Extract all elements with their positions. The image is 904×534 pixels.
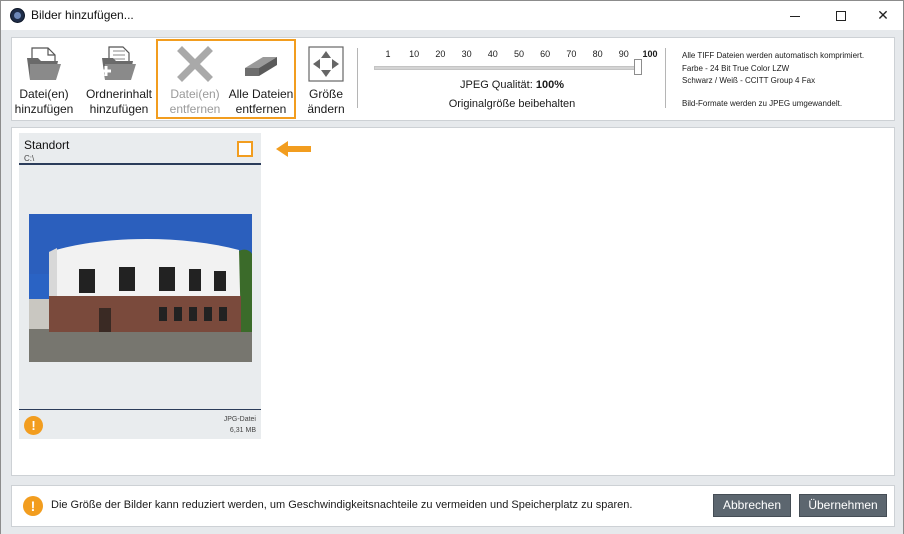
arrow-left-icon [276,141,311,157]
slider-tick-label: 50 [513,49,525,59]
dialog-window: Bilder hinzufügen... ✕ Datei(en) hinzufü… [0,0,904,534]
remove-x-icon [177,46,213,82]
close-button[interactable]: ✕ [860,1,904,30]
resize-label: Größe ändern [307,87,345,116]
building-photo [29,214,252,362]
add-folder-label: Ordnerinhalt hinzufügen [85,87,153,116]
remove-files-button[interactable]: Datei(en) entfernen [162,38,228,120]
resize-arrows-icon [308,46,344,82]
add-files-icon [27,47,61,80]
resize-button[interactable]: Größe ändern [302,38,350,120]
slider-tick-label: 60 [540,49,551,59]
toolbar-separator [665,48,666,108]
jpeg-quality-slider[interactable]: 1 10 20 30 40 50 60 70 80 90 100 JPEG Qualität: 10… [372,38,658,120]
add-folder-icon [101,46,136,80]
maximize-button[interactable] [818,1,864,30]
file-type: JPG-Datei [223,416,256,423]
cancel-button[interactable]: Abbrechen [713,494,791,517]
slider-ticks: 1 10 20 30 40 50 60 70 80 90 100 [372,49,657,61]
slider-tick-label: 70 [566,49,577,59]
add-folder-button[interactable]: Ordnerinhalt hinzufügen [80,38,158,120]
jpeg-quality-text: JPEG Qualität: 100% [372,79,652,91]
slider-tick-label: 100 [642,49,658,59]
minimize-icon [790,15,800,17]
image-select-checkbox[interactable] [237,141,253,157]
add-files-label: Datei(en) hinzufügen [14,87,74,116]
info-line: Alle TIFF Dateien werden automatisch kom… [682,51,865,60]
footer-message: Die Größe der Bilder kann reduziert werd… [51,499,633,511]
slider-tick-label: 40 [487,49,498,59]
toolbar: Datei(en) hinzufügen Ordnerinhalt hinzuf… [11,37,895,121]
image-card[interactable]: Standort C:\ ! JPG-Datei 6,31 MB [19,133,261,439]
slider-tick-label: 20 [435,49,446,59]
info-line: Bild-Formate werden zu JPEG umgewandelt. [682,98,843,108]
image-name: Standort [24,138,70,152]
apply-button[interactable]: Übernehmen [799,494,887,517]
file-info: JPG-Datei 6,31 MB [224,414,256,436]
slider-thumb[interactable] [634,59,642,75]
window-title: Bilder hinzufügen... [31,8,134,22]
minimize-button[interactable] [772,1,818,30]
card-divider [19,409,261,410]
slider-tick-label: 80 [592,49,603,59]
slider-track[interactable] [374,66,638,70]
slider-tick-label: 90 [618,49,629,59]
warning-icon: ! [24,416,43,435]
add-files-button[interactable]: Datei(en) hinzufügen [12,38,76,120]
info-line: Schwarz / Weiß - CCITT Group 4 Fax [682,76,816,85]
slider-tick-label: 30 [461,49,472,59]
app-icon [10,8,25,23]
remove-files-label: Datei(en) entfernen [169,87,221,116]
image-path: C:\ [24,154,35,163]
remove-all-label: Alle Dateien entfernen [228,87,294,116]
slider-tick-label: 1 [385,49,391,59]
jpeg-quality-value: 100% [535,79,564,91]
info-line: Farbe - 24 Bit True Color LZW [682,63,790,73]
slider-tick-label: 10 [409,49,420,59]
remove-all-button[interactable]: Alle Dateien entfernen [228,38,294,120]
card-divider [19,163,261,165]
toolbar-separator [357,48,358,108]
file-size: 6,31 MB [229,427,256,434]
maximize-icon [836,11,846,22]
jpeg-quality-label: JPEG Qualität: [460,79,533,91]
warning-icon: ! [23,496,43,516]
size-option-text: Originalgröße beibehalten [448,98,576,110]
title-bar: Bilder hinzufügen... ✕ [1,1,903,30]
format-info: Alle TIFF Dateien werden automatisch kom… [682,50,894,110]
footer-bar: ! Die Größe der Bilder kann reduziert we… [11,485,895,527]
eraser-icon [245,57,277,76]
